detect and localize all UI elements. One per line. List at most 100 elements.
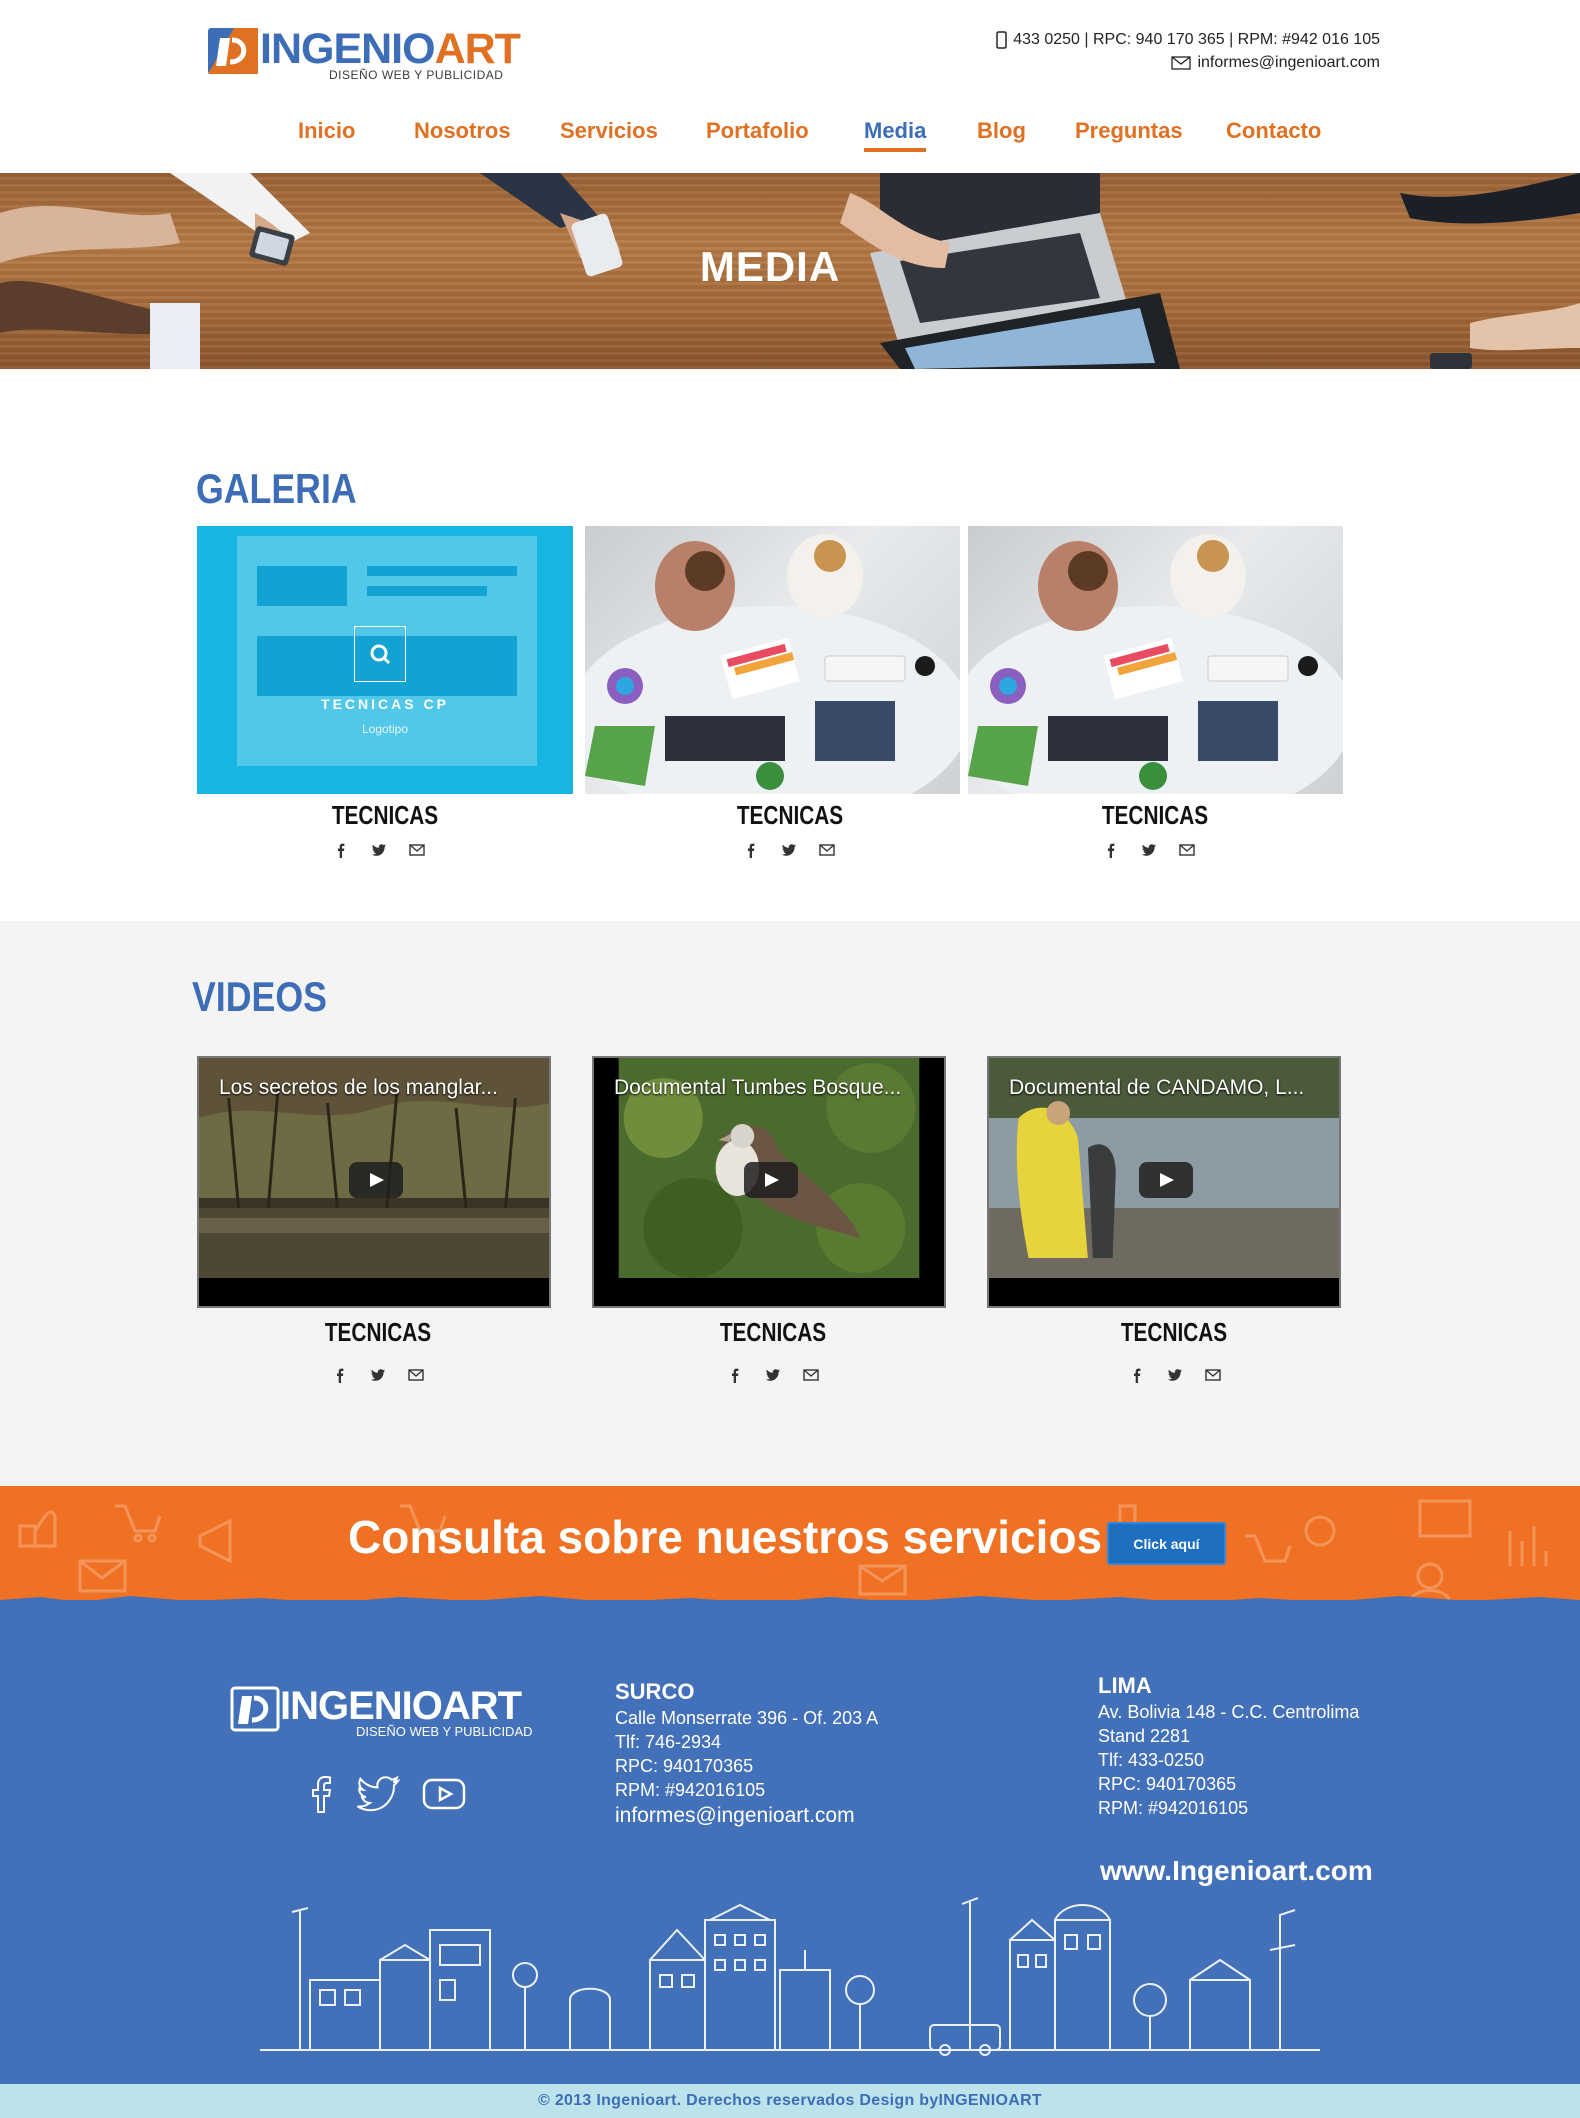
nav-preguntas[interactable]: Preguntas [1075, 118, 1183, 144]
office-surco-line: RPM: #942016105 [615, 1780, 766, 1800]
twitter-icon[interactable] [781, 842, 797, 858]
logo-tagline: DISEÑO WEB Y PUBLICIDAD [329, 68, 504, 82]
office-surco: SURCO Calle Monserrate 396 - Of. 203 A T… [615, 1680, 878, 1828]
office-lima-line: Av. Bolivia 148 - C.C. Centrolima [1098, 1702, 1360, 1722]
copyright-bar: © 2013 Ingenioart. Derechos reservados D… [0, 2084, 1580, 2118]
video-2-card-title[interactable]: TECNICAS [693, 1317, 853, 1348]
footer-logo-wordmark: INGENIOART [280, 1684, 522, 1728]
overlay-title: TECNICAS CP [321, 696, 449, 712]
hero-banner: MEDIA [0, 173, 1580, 369]
contact-email[interactable]: informes@ingenioart.com [996, 51, 1380, 74]
mail-icon[interactable] [819, 842, 835, 858]
design-team-photo [968, 534, 1343, 794]
play-icon[interactable] [349, 1162, 403, 1198]
video-3-card-title[interactable]: TECNICAS [1094, 1317, 1254, 1348]
video-1-title: Los secretos de los manglar... [219, 1076, 498, 1099]
gallery-item-2-image[interactable] [585, 526, 960, 794]
site-logo[interactable]: INGENIOART DISEÑO WEB Y PUBLICIDAD [208, 24, 521, 84]
video-1-card-title[interactable]: TECNICAS [298, 1317, 458, 1348]
video-2-title: Documental Tumbes Bosque... [614, 1076, 902, 1099]
header-contact: 433 0250 | RPC: 940 170 365 | RPM: #942 … [996, 28, 1380, 74]
logo-mark-icon [208, 28, 258, 74]
mail-icon[interactable] [408, 1367, 424, 1383]
city-illustration [260, 1897, 1320, 2056]
twitter-icon[interactable] [356, 1776, 400, 1812]
mail-icon [1171, 55, 1192, 70]
nav-nosotros[interactable]: Nosotros [414, 118, 511, 144]
footer-logo[interactable]: INGENIOART DISEÑO WEB Y PUBLICIDAD [230, 1684, 533, 1744]
facebook-icon[interactable] [1129, 1367, 1145, 1383]
nav-blog[interactable]: Blog [977, 118, 1026, 144]
cta-banner: Consulta sobre nuestros servicios Click … [0, 1486, 1580, 1604]
mail-icon[interactable] [803, 1367, 819, 1383]
site-footer: INGENIOART DISEÑO WEB Y PUBLICIDAD SURCO… [0, 1600, 1580, 2084]
office-surco-line: Tlf: 746-2934 [615, 1732, 722, 1752]
overlay-subtitle: Logotipo [361, 722, 409, 736]
facebook-icon[interactable] [332, 1367, 348, 1383]
mail-icon[interactable] [1179, 842, 1195, 858]
video-2-share [727, 1367, 819, 1383]
nav-inicio[interactable]: Inicio [298, 118, 355, 144]
facebook-icon[interactable] [727, 1367, 743, 1383]
contact-email-text[interactable]: informes@ingenioart.com [1197, 51, 1380, 74]
twitter-icon[interactable] [765, 1367, 781, 1383]
phone-icon [996, 30, 1007, 49]
gallery-item-3-title[interactable]: TECNICAS [1075, 800, 1235, 831]
office-lima-line: RPC: 940170365 [1098, 1774, 1237, 1794]
nav-servicios[interactable]: Servicios [560, 118, 658, 144]
click-here-button[interactable]: Click aquí [1107, 1522, 1226, 1565]
youtube-icon[interactable] [422, 1778, 466, 1810]
nav-media[interactable]: Media [864, 118, 927, 152]
office-lima-line: RPM: #942016105 [1098, 1798, 1249, 1818]
design-team-photo [585, 534, 960, 794]
footer-social [308, 1774, 466, 1814]
videos-section: VIDEOS Los secretos de los manglar... Do… [0, 921, 1580, 1486]
footer-logo-tagline: DISEÑO WEB Y PUBLICIDAD [356, 1724, 533, 1739]
twitter-icon[interactable] [1167, 1367, 1183, 1383]
footer-website-link[interactable]: www.Ingenioart.com [1100, 1855, 1373, 1887]
contact-phones-text: 433 0250 | RPC: 940 170 365 | RPM: #942 … [1013, 31, 1380, 48]
gallery-section: GALERIA TECNICAS CP Logotipo TECNICAS TE… [0, 369, 1580, 921]
office-lima-line: Stand 2281 [1098, 1726, 1191, 1746]
cta-text: Consulta sobre nuestros servicios [348, 1511, 1103, 1563]
mail-icon[interactable] [1205, 1367, 1221, 1383]
office-lima-line: Tlf: 433-0250 [1098, 1750, 1205, 1770]
facebook-icon[interactable] [333, 842, 349, 858]
office-surco-line: RPC: 940170365 [615, 1756, 754, 1776]
office-lima-heading: LIMA [1098, 1673, 1152, 1698]
gallery-title: GALERIA [196, 465, 357, 512]
site-header: INGENIOART DISEÑO WEB Y PUBLICIDAD 433 0… [0, 0, 1580, 173]
video-3-player[interactable]: Documental de CANDAMO, L... [987, 1056, 1341, 1308]
play-icon[interactable] [1139, 1162, 1193, 1198]
facebook-icon[interactable] [308, 1774, 334, 1814]
footer-email-link[interactable]: informes@ingenioart.com [615, 1804, 878, 1828]
gallery-item-1-image[interactable]: TECNICAS CP Logotipo [197, 526, 573, 794]
gallery-item-2-title[interactable]: TECNICAS [710, 800, 870, 831]
video-2-player[interactable]: Documental Tumbes Bosque... [592, 1056, 946, 1308]
twitter-icon[interactable] [1141, 842, 1157, 858]
video-3-title: Documental de CANDAMO, L... [1009, 1076, 1305, 1099]
gallery-item-1-share [333, 842, 425, 858]
gallery-item-3-image[interactable] [968, 526, 1343, 794]
nav-portafolio[interactable]: Portafolio [706, 118, 809, 144]
videos-title: VIDEOS [192, 973, 327, 1020]
logo-mark-icon [230, 1686, 280, 1732]
office-surco-line: Calle Monserrate 396 - Of. 203 A [615, 1708, 879, 1728]
nav-contacto[interactable]: Contacto [1226, 118, 1321, 144]
gallery-item-3-share [1103, 842, 1195, 858]
zoom-button[interactable] [354, 626, 406, 682]
search-icon [370, 644, 391, 665]
facebook-icon[interactable] [743, 842, 759, 858]
video-1-player[interactable]: Los secretos de los manglar... [197, 1056, 551, 1308]
mail-icon[interactable] [409, 842, 425, 858]
logo-wordmark: INGENIOART [260, 25, 521, 73]
main-nav: Inicio Nosotros Servicios Portafolio Med… [0, 118, 1580, 154]
hero-title: MEDIA [699, 243, 841, 290]
twitter-icon[interactable] [371, 842, 387, 858]
gallery-item-2-share [743, 842, 835, 858]
video-3-share [1129, 1367, 1221, 1383]
gallery-item-1-title[interactable]: TECNICAS [305, 800, 465, 831]
facebook-icon[interactable] [1103, 842, 1119, 858]
twitter-icon[interactable] [370, 1367, 386, 1383]
play-icon[interactable] [744, 1162, 798, 1198]
